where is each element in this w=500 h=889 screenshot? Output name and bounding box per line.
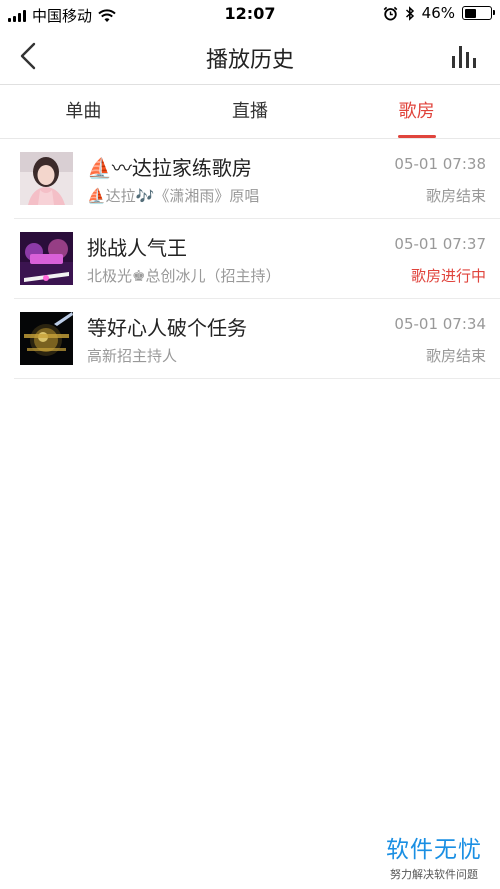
play-time: 05-01 07:38 (394, 155, 486, 173)
room-thumbnail (20, 232, 73, 285)
nav-bar: 播放历史 (0, 28, 500, 85)
battery-fill (464, 8, 476, 18)
list-item[interactable]: ⛵〰达拉家练歌房 ⛵达拉🎶《潇湘雨》原唱 05-01 07:38 歌房结束 (14, 139, 500, 219)
room-status: 歌房进行中 (410, 267, 486, 285)
stats-button[interactable] (450, 44, 480, 70)
play-time: 05-01 07:37 (394, 235, 486, 253)
tab-karaoke-room[interactable]: 歌房 (333, 86, 500, 138)
tab-live[interactable]: 直播 (167, 86, 334, 138)
room-title: 等好心人破个任务 (87, 316, 247, 340)
room-host: 高新招主持人 (87, 347, 178, 365)
room-thumbnail (20, 312, 73, 365)
room-status: 歌房结束 (425, 187, 486, 205)
watermark-subtitle: 努力解决软件问题 (390, 868, 478, 881)
alarm-icon (383, 6, 397, 21)
tab-songs[interactable]: 单曲 (0, 86, 167, 138)
battery-icon (462, 6, 495, 20)
play-time: 05-01 07:34 (394, 315, 486, 333)
status-bar: 中国移动 12:07 46% (0, 0, 500, 28)
page-title: 播放历史 (205, 48, 294, 73)
watermark-title: 软件无忧 (386, 837, 482, 863)
room-title: 挑战人气王 (87, 236, 187, 260)
room-status: 歌房结束 (425, 347, 486, 365)
room-host: ⛵达拉🎶《潇湘雨》原唱 (87, 187, 260, 205)
chevron-left-icon (20, 42, 36, 70)
history-list: ⛵〰达拉家练歌房 ⛵达拉🎶《潇湘雨》原唱 05-01 07:38 歌房结束 挑战… (0, 139, 500, 379)
back-button[interactable] (14, 40, 44, 72)
bar-chart-icon (452, 46, 476, 68)
battery-percent: 46% (421, 4, 455, 22)
watermark-logo: 软件无忧 努力解决软件问题 (386, 830, 482, 882)
list-item[interactable]: 挑战人气王 北极光♚总创冰儿（招主持） 05-01 07:37 歌房进行中 (14, 219, 500, 299)
tab-bar: 单曲 直播 歌房 (0, 86, 500, 139)
status-right: 46% (383, 4, 495, 22)
room-thumbnail (20, 152, 73, 205)
bluetooth-icon (405, 5, 414, 21)
list-item[interactable]: 等好心人破个任务 高新招主持人 05-01 07:34 歌房结束 (14, 299, 500, 379)
room-host: 北极光♚总创冰儿（招主持） (87, 267, 281, 285)
room-title: ⛵〰达拉家练歌房 (87, 156, 252, 180)
